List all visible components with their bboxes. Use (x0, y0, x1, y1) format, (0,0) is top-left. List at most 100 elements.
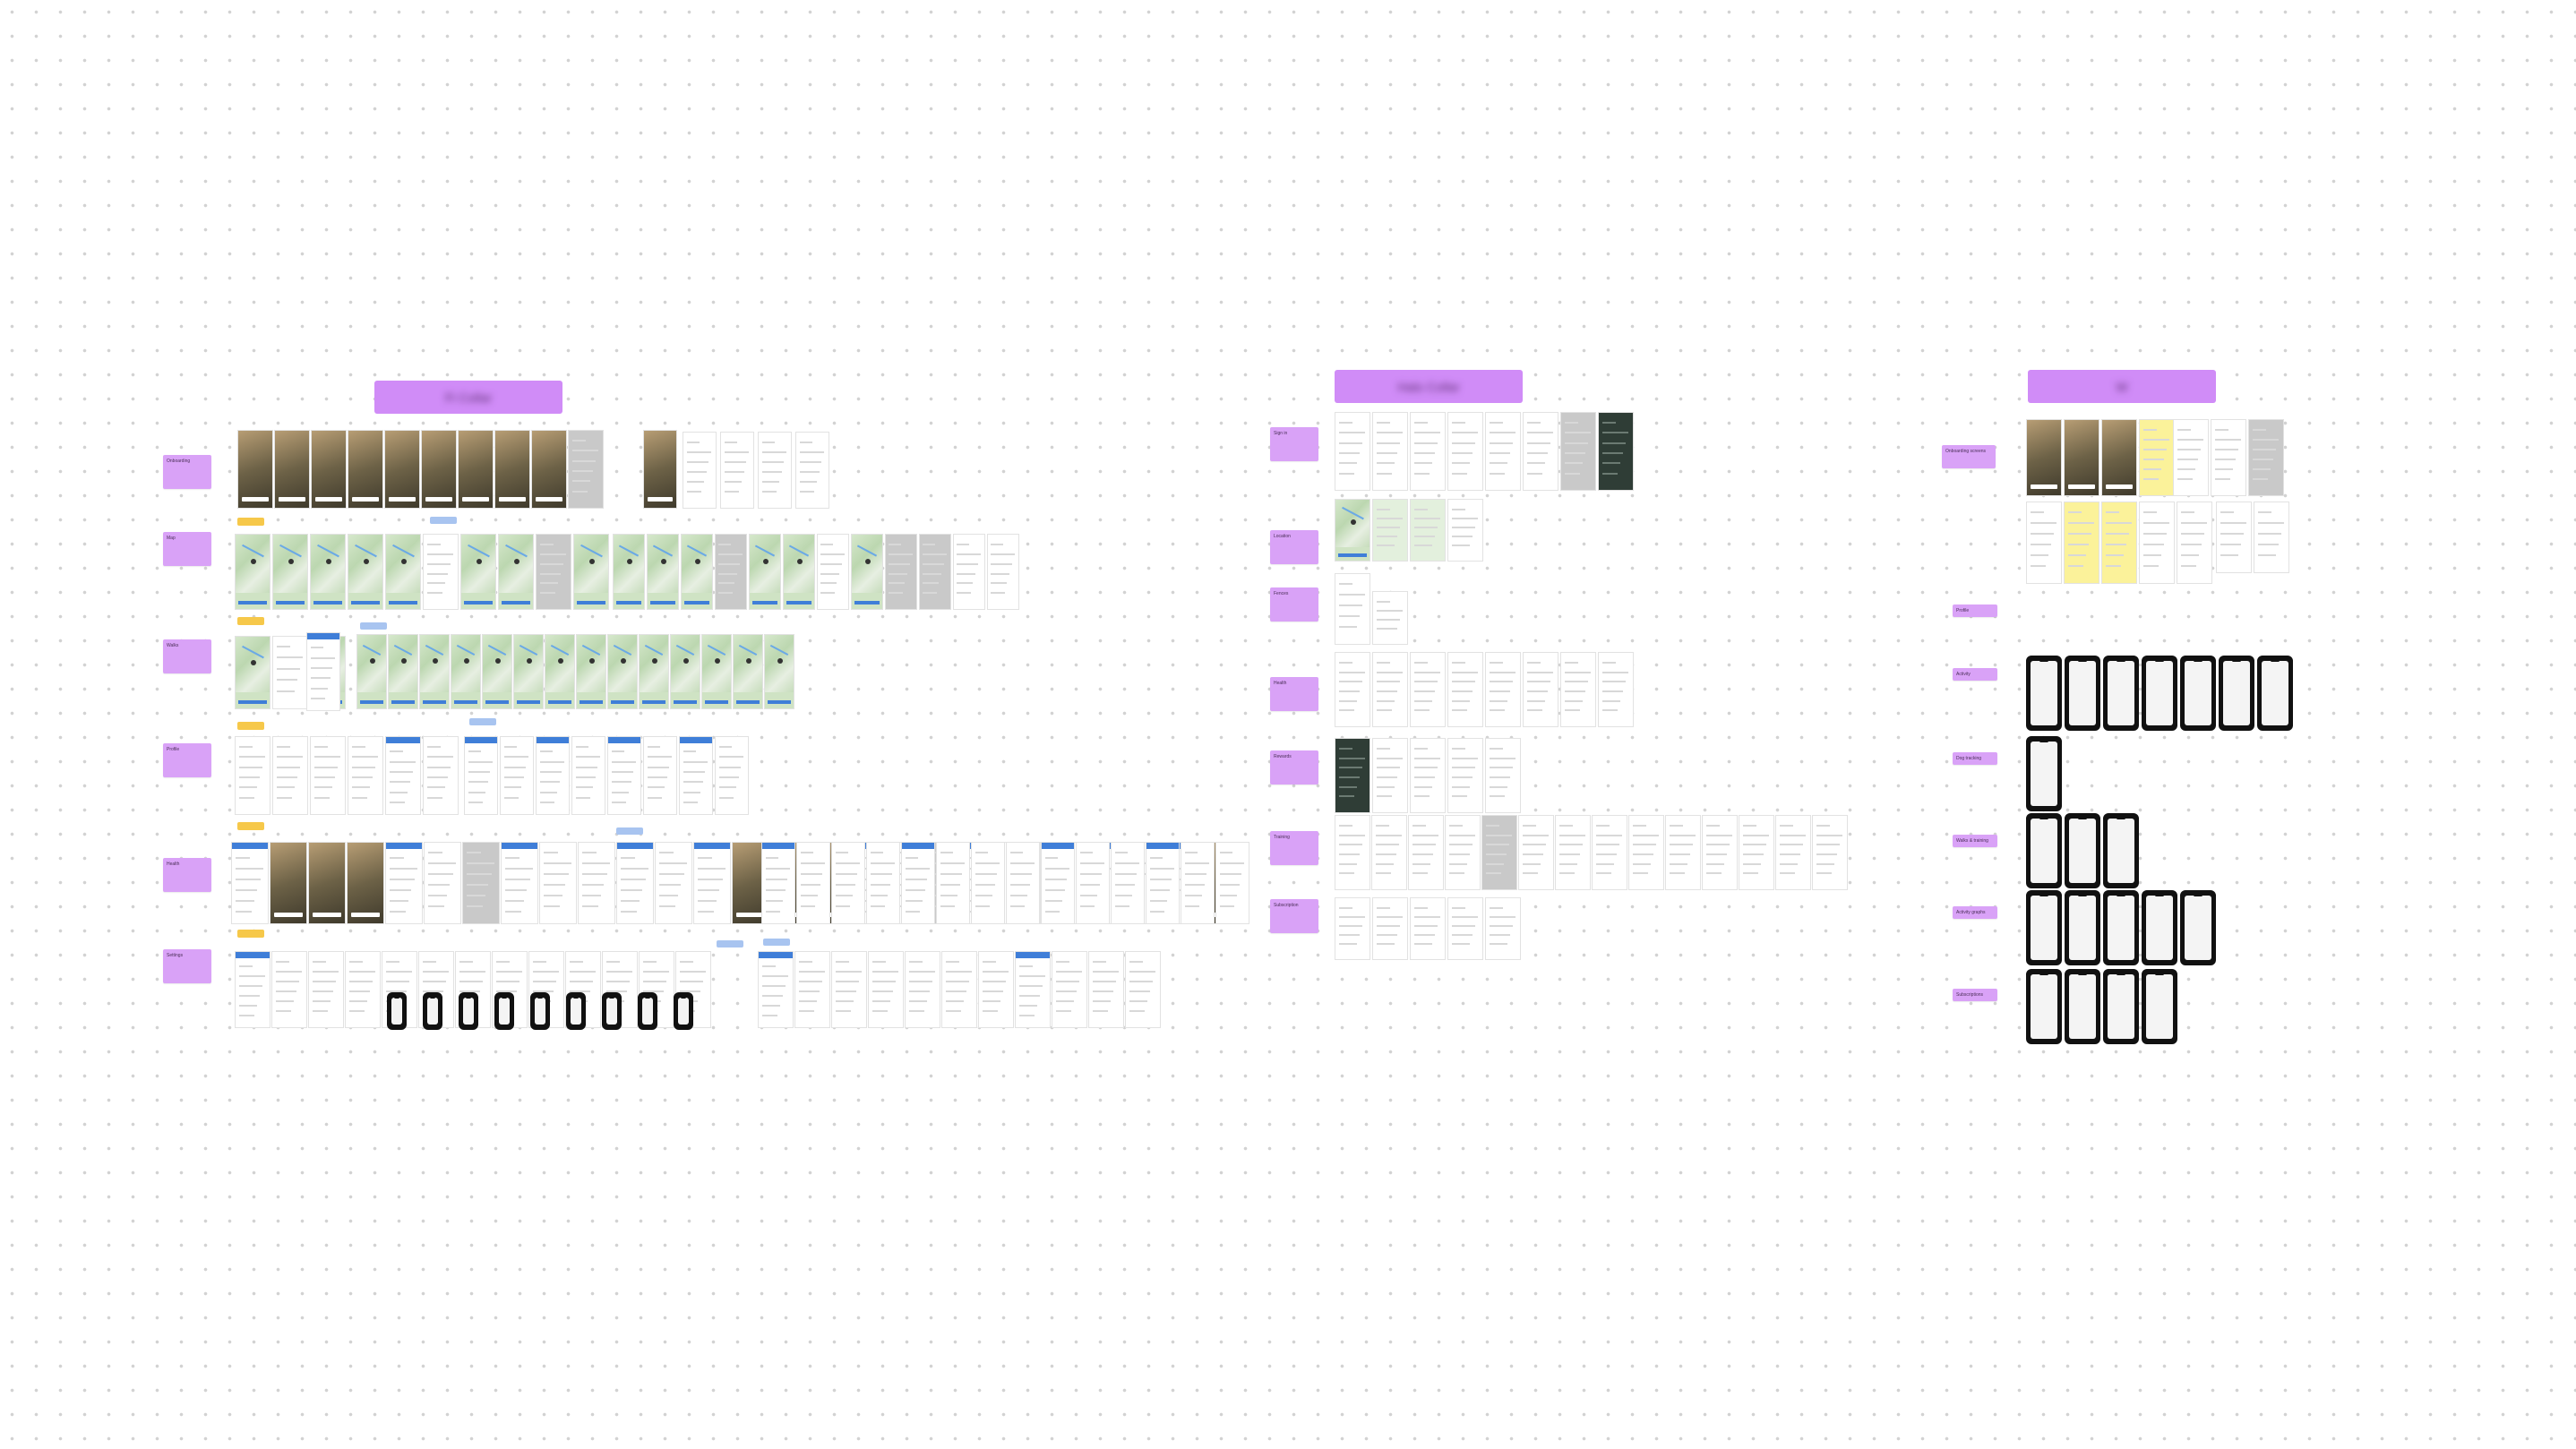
screen-thumbnail[interactable] (498, 534, 534, 610)
screen-thumbnail[interactable] (1146, 842, 1180, 924)
screen-thumbnail[interactable] (1335, 573, 1370, 645)
screen-thumbnail[interactable] (1598, 412, 1634, 491)
sticky-note[interactable]: Location (1270, 530, 1318, 564)
screen-thumbnail[interactable] (1088, 951, 1124, 1028)
screen-thumbnail[interactable] (1076, 842, 1110, 924)
screen-thumbnail[interactable] (1555, 815, 1591, 890)
screen-thumbnail[interactable] (384, 430, 420, 509)
screen-thumbnail[interactable] (501, 842, 538, 924)
screen-thumbnail[interactable] (1523, 412, 1558, 491)
screen-thumbnail[interactable] (715, 534, 747, 610)
screen-thumbnail[interactable] (345, 951, 381, 1028)
screen-thumbnail[interactable] (2065, 813, 2100, 888)
screen-thumbnail[interactable] (795, 432, 829, 509)
screen-thumbnail[interactable] (2257, 656, 2293, 731)
screen-thumbnail[interactable] (1447, 652, 1483, 727)
screen-thumbnail[interactable] (693, 842, 731, 924)
screen-thumbnail[interactable] (1812, 815, 1848, 890)
screen-thumbnail[interactable] (749, 534, 781, 610)
screen-thumbnail[interactable] (1560, 652, 1596, 727)
yellow-tag[interactable] (237, 822, 264, 830)
screen-thumbnail[interactable] (639, 634, 669, 709)
screen-thumbnail[interactable] (1372, 499, 1408, 562)
screen-thumbnail[interactable] (1372, 738, 1408, 813)
screen-thumbnail[interactable] (1485, 412, 1521, 491)
screen-thumbnail[interactable] (613, 534, 645, 610)
screen-thumbnail[interactable] (1006, 842, 1040, 924)
screen-thumbnail[interactable] (424, 842, 461, 924)
sticky-note[interactable]: Profile (163, 743, 211, 777)
screen-thumbnail[interactable] (796, 842, 830, 924)
screen-thumbnail[interactable] (1702, 815, 1738, 890)
screen-thumbnail[interactable] (385, 736, 421, 815)
screen-thumbnail[interactable] (2180, 656, 2216, 731)
sticky-note[interactable]: Activity graphs (1953, 906, 1997, 919)
screen-thumbnail[interactable] (851, 534, 883, 610)
screen-thumbnail[interactable] (1447, 412, 1483, 491)
screen-thumbnail[interactable] (539, 842, 577, 924)
yellow-tag[interactable] (237, 617, 264, 625)
screen-thumbnail[interactable] (308, 951, 344, 1028)
screen-thumbnail[interactable] (235, 534, 270, 610)
sticky-note[interactable]: Health (1270, 677, 1318, 711)
screen-thumbnail[interactable] (2101, 419, 2137, 496)
screen-thumbnail[interactable] (2026, 419, 2062, 496)
sticky-note[interactable]: Dog tracking (1953, 752, 1997, 765)
screen-thumbnail[interactable] (1410, 499, 1446, 562)
screen-thumbnail[interactable] (1447, 738, 1483, 813)
screen-thumbnail[interactable] (602, 992, 622, 1030)
screen-thumbnail[interactable] (1775, 815, 1811, 890)
screen-thumbnail[interactable] (2026, 813, 2062, 888)
screen-thumbnail[interactable] (670, 634, 700, 709)
screen-thumbnail[interactable] (761, 842, 795, 924)
screen-thumbnail[interactable] (758, 432, 792, 509)
screen-thumbnail[interactable] (2177, 502, 2212, 584)
screen-thumbnail[interactable] (271, 951, 307, 1028)
screen-thumbnail[interactable] (2142, 656, 2177, 731)
screen-thumbnail[interactable] (235, 951, 270, 1028)
screen-thumbnail[interactable] (2248, 419, 2284, 496)
screen-thumbnail[interactable] (1335, 897, 1370, 960)
screen-thumbnail[interactable] (573, 534, 609, 610)
screen-thumbnail[interactable] (388, 634, 418, 709)
yellow-tag[interactable] (237, 930, 264, 938)
screen-thumbnail[interactable] (576, 634, 606, 709)
screen-thumbnail[interactable] (2026, 502, 2062, 584)
screen-thumbnail[interactable] (459, 992, 478, 1030)
screen-thumbnail[interactable] (308, 842, 346, 924)
screen-thumbnail[interactable] (500, 736, 534, 815)
screen-thumbnail[interactable] (306, 632, 340, 711)
screen-thumbnail[interactable] (647, 534, 679, 610)
screen-thumbnail[interactable] (387, 992, 407, 1030)
screen-thumbnail[interactable] (643, 736, 677, 815)
screen-thumbnail[interactable] (385, 534, 421, 610)
screen-thumbnail[interactable] (1215, 842, 1249, 924)
screen-thumbnail[interactable] (272, 636, 308, 709)
section-title[interactable]: Halo Collar (1335, 370, 1523, 403)
screen-thumbnail[interactable] (701, 634, 732, 709)
screen-thumbnail[interactable] (464, 736, 498, 815)
screen-thumbnail[interactable] (568, 430, 604, 509)
sticky-note[interactable]: Fences (1270, 587, 1318, 622)
blue-tag[interactable] (717, 940, 743, 947)
sticky-note[interactable]: Sign in (1270, 427, 1318, 461)
screen-thumbnail[interactable] (2101, 502, 2137, 584)
screen-thumbnail[interactable] (237, 430, 273, 509)
section-title[interactable]: W (2028, 370, 2216, 403)
screen-thumbnail[interactable] (2142, 969, 2177, 1044)
blue-tag[interactable] (763, 939, 790, 946)
screen-thumbnail[interactable] (794, 951, 830, 1028)
screen-thumbnail[interactable] (1592, 815, 1627, 890)
sticky-note[interactable]: Walks (163, 639, 211, 673)
screen-thumbnail[interactable] (758, 951, 794, 1028)
screen-thumbnail[interactable] (1041, 842, 1075, 924)
screen-thumbnail[interactable] (419, 634, 450, 709)
screen-thumbnail[interactable] (720, 432, 754, 509)
screen-thumbnail[interactable] (310, 736, 346, 815)
screen-thumbnail[interactable] (817, 534, 849, 610)
screen-thumbnail[interactable] (1447, 499, 1483, 562)
screen-thumbnail[interactable] (953, 534, 985, 610)
sticky-note[interactable]: Health (163, 858, 211, 892)
screen-thumbnail[interactable] (2103, 813, 2139, 888)
sticky-note[interactable]: Profile (1953, 604, 1997, 617)
